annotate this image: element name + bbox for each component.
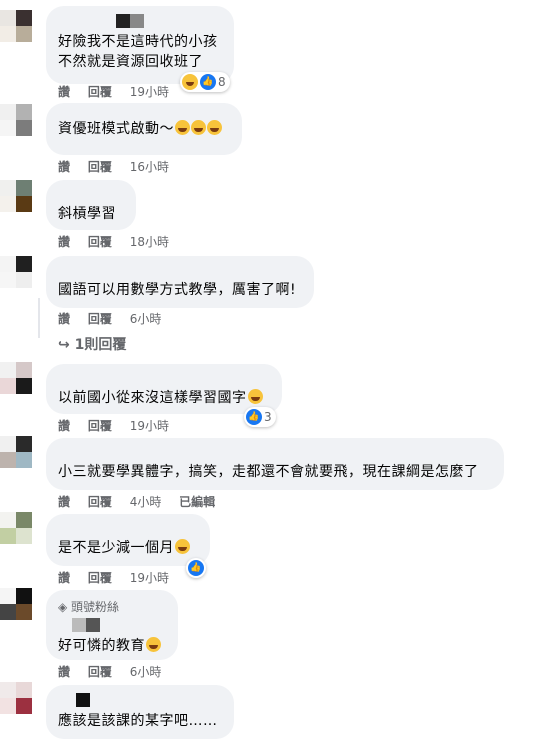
comment-text: 國語可以用數學方式教學，厲害了啊! [58,282,297,298]
comment-text: 好險我不是這時代的小孩 [58,34,218,50]
timestamp[interactable]: 4小時 [130,495,162,509]
comment-bubble: 是不是少減一個月 [46,514,210,566]
reaction-count: 3 [264,410,272,424]
comment-bubble: 以前國小從來沒這樣學習國字 [46,364,282,414]
reply-button[interactable]: 回覆 [88,571,112,585]
grinning-emoji [207,120,222,135]
like-icon: 👍 [188,560,204,576]
avatar[interactable] [0,588,40,628]
comment-actions: 讚 回覆 4小時 已編輯 [58,493,229,510]
reaction-count: 8 [218,75,226,89]
timestamp[interactable]: 6小時 [130,312,162,326]
comment-text: 斜槓學習 [58,206,116,222]
reply-thread-line [38,298,40,338]
like-button[interactable]: 讚 [58,312,70,326]
timestamp[interactable]: 6小時 [130,665,162,679]
avatar[interactable] [0,362,40,402]
like-button[interactable]: 讚 [58,665,70,679]
grinning-emoji [191,120,206,135]
timestamp[interactable]: 19小時 [130,419,169,433]
reply-button[interactable]: 回覆 [88,160,112,174]
commenter-name[interactable] [58,618,166,632]
comment-actions: 讚 回覆 16小時 [58,158,183,175]
comment-text: 以前國小從來沒這樣學習國字 [58,390,247,406]
tears-of-joy-emoji [146,637,161,652]
avatar[interactable] [0,512,40,552]
expressionless-emoji [247,389,263,404]
reply-button[interactable]: 回覆 [88,235,112,249]
avatar[interactable] [0,104,40,144]
like-icon: 👍 [246,409,262,425]
comment-actions: 讚 回覆 19小時 [58,569,183,586]
reaction-summary[interactable]: 👍 8 [180,72,230,92]
comment-actions: 讚 回覆 6小時 [58,663,175,680]
comment-bubble: 斜槓學習 [46,180,136,230]
reply-button[interactable]: 回覆 [88,312,112,326]
like-button[interactable]: 讚 [58,85,70,99]
comment-bubble: 應該是該課的某字吧…… [46,685,234,739]
reply-button[interactable]: 回覆 [88,495,112,509]
comment-actions: 讚 回覆 6小時 [58,310,175,327]
diamond-icon: ◈ [58,600,72,614]
comment-actions: 讚 回覆 19小時 [58,83,183,100]
view-replies-label: 1則回覆 [74,337,127,353]
like-button[interactable]: 讚 [58,495,70,509]
like-button[interactable]: 讚 [58,235,70,249]
grinning-emoji [175,120,190,135]
comment-actions: 讚 回覆 19小時 [58,417,183,434]
comment-text: 資優班模式啟動～ [58,121,174,137]
comment-text: 好可憐的教育 [58,638,145,654]
reaction-summary[interactable]: 👍 3 [244,407,276,427]
commenter-name[interactable] [58,14,222,28]
timestamp[interactable]: 19小時 [130,571,169,585]
timestamp[interactable]: 19小時 [130,85,169,99]
like-button[interactable]: 讚 [58,160,70,174]
like-button[interactable]: 讚 [58,419,70,433]
reply-button[interactable]: 回覆 [88,419,112,433]
avatar[interactable] [0,682,40,722]
avatar[interactable] [0,180,40,220]
timestamp[interactable]: 16小時 [130,160,169,174]
reply-button[interactable]: 回覆 [88,665,112,679]
avatar[interactable] [0,436,40,476]
view-replies-link[interactable]: ↪ 1則回覆 [58,334,126,354]
comment-bubble: 小三就要學異體字，搞笑，走都還不會就要飛，現在課綱是怎麼了 [46,438,504,490]
reply-arrow-icon: ↪ [58,337,75,353]
comment-text: 是不是少減一個月 [58,540,174,556]
avatar[interactable] [0,256,40,296]
top-fan-badge: 頭號粉絲 [71,600,120,614]
avatar[interactable] [0,10,40,50]
like-button[interactable]: 讚 [58,571,70,585]
comment-text: 應該是該課的某字吧…… [58,713,218,729]
like-icon: 👍 [200,74,216,90]
comment-bubble: 資優班模式啟動～ [46,103,242,155]
comment-text: 不然就是資源回收班了 [58,54,203,70]
reaction-summary[interactable]: 👍 [186,558,206,578]
haha-icon [182,74,198,90]
comment-bubble: 國語可以用數學方式教學，厲害了啊! [46,256,314,308]
comment-actions: 讚 回覆 18小時 [58,233,183,250]
edited-label: 已編輯 [179,495,216,509]
comment-bubble: ◈ 頭號粉絲 好可憐的教育 [46,590,178,660]
timestamp[interactable]: 18小時 [130,235,169,249]
commenter-name[interactable] [58,693,222,707]
comment-text: 小三就要學異體字，搞笑，走都還不會就要飛，現在課綱是怎麼了 [58,464,479,480]
thinking-emoji [175,539,190,554]
reply-button[interactable]: 回覆 [88,85,112,99]
